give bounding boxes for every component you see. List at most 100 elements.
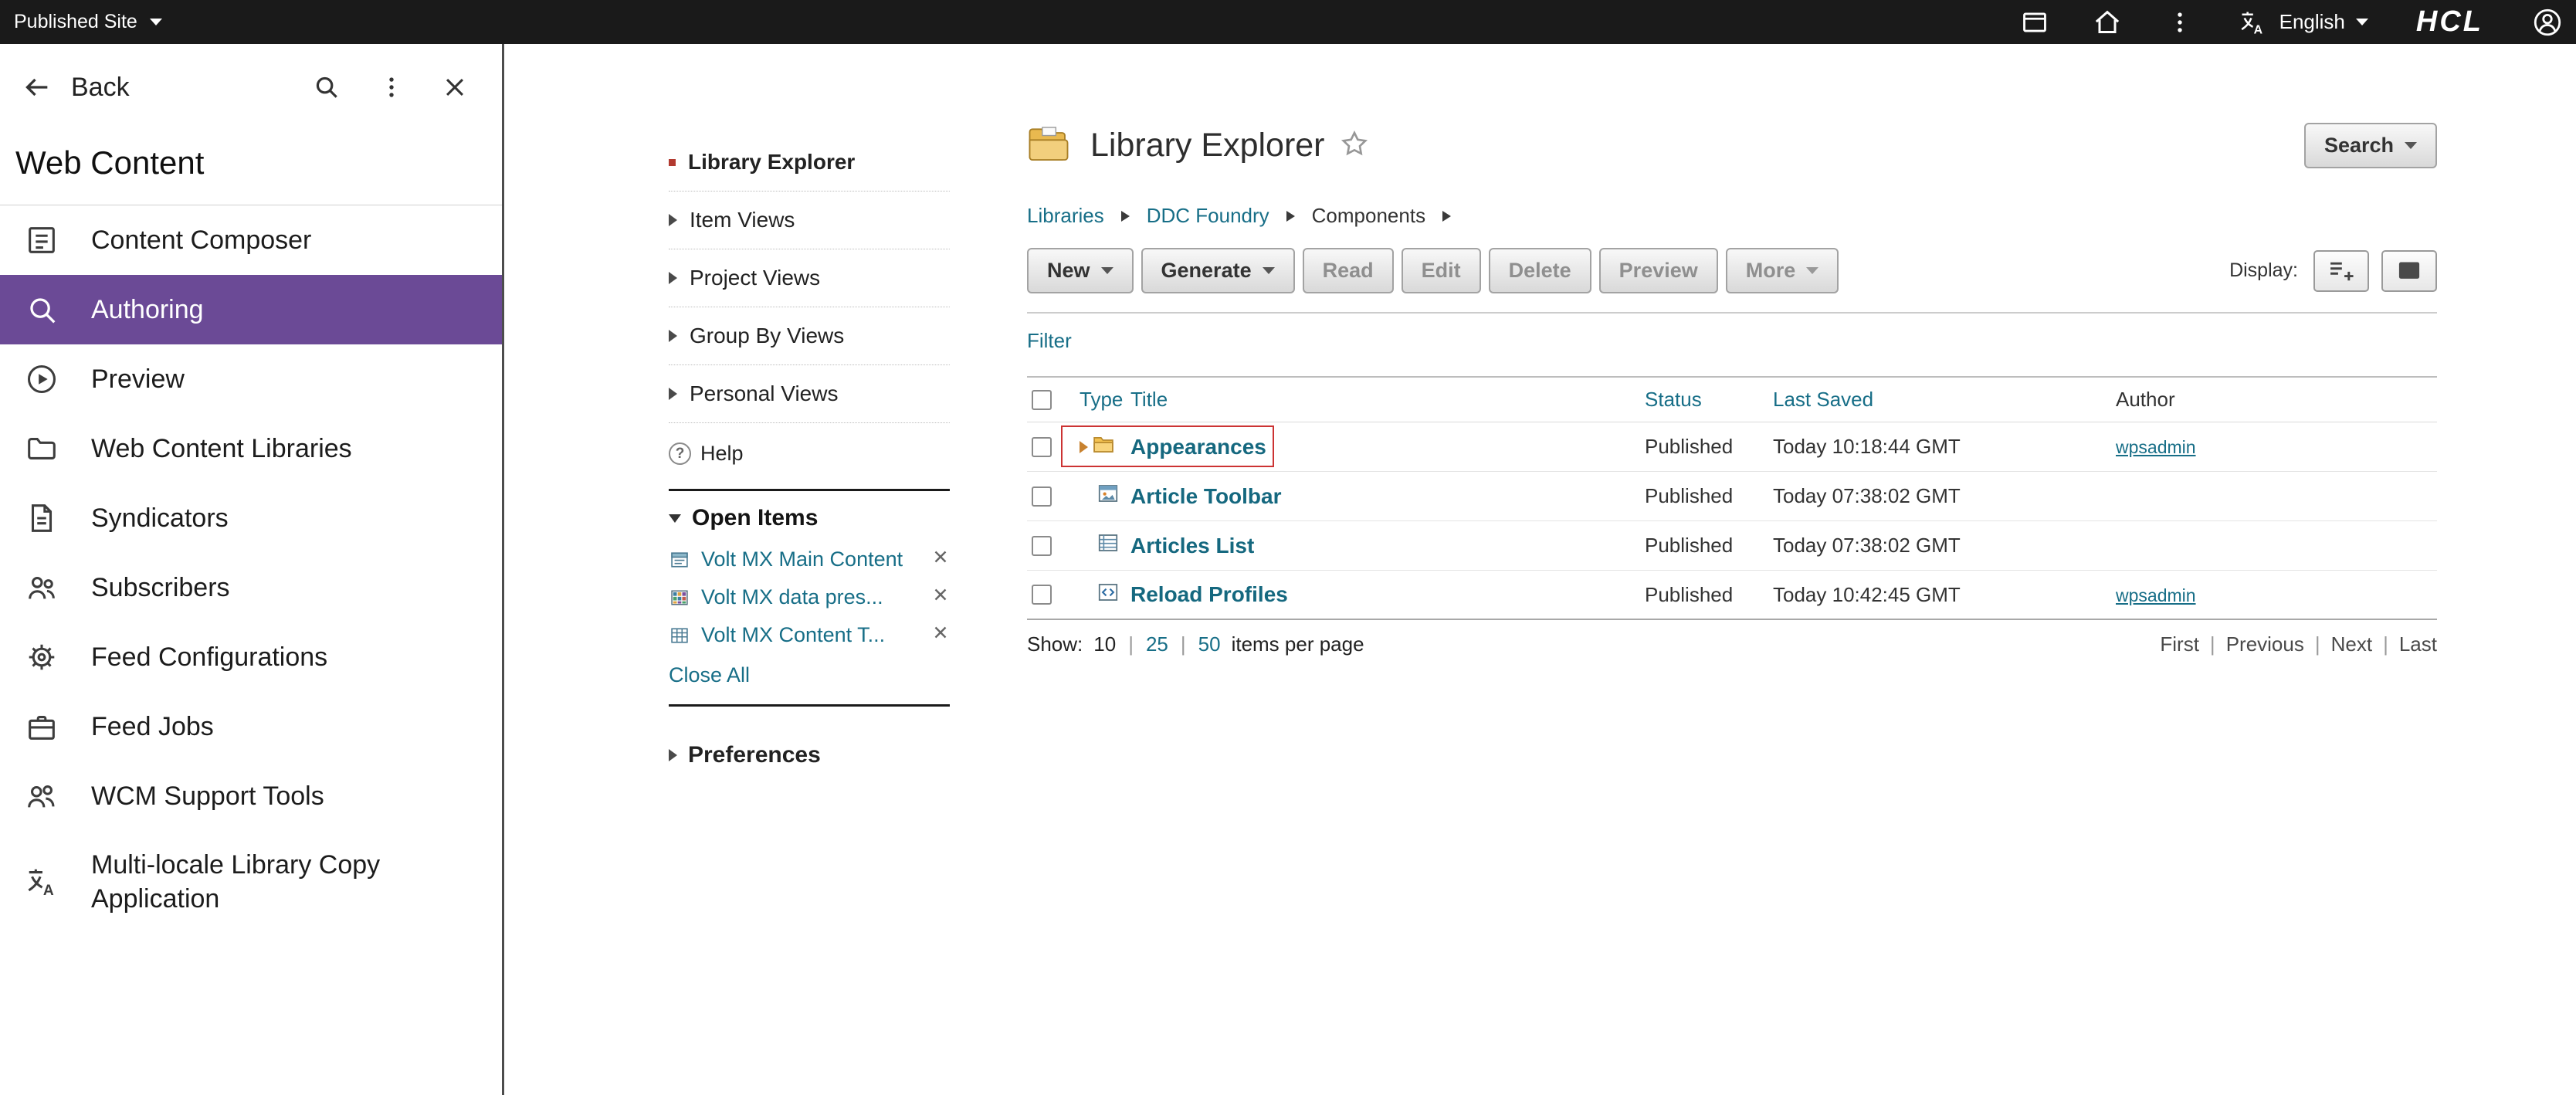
sidebar-item-content-composer[interactable]: Content Composer [0, 205, 502, 275]
status-cell: Published [1645, 583, 1773, 607]
nav-item-label: Project Views [690, 266, 820, 290]
help-icon: ? [669, 442, 691, 465]
column-header-author: Author [2116, 388, 2175, 411]
sidebar-item-label: Feed Configurations [91, 640, 327, 674]
expand-arrow-icon[interactable] [1080, 441, 1088, 453]
column-header-type[interactable]: Type [1080, 388, 1123, 412]
page-size-50[interactable]: 50 [1198, 632, 1221, 656]
breadcrumb-link-ddc-foundry[interactable]: DDC Foundry [1147, 204, 1269, 228]
chevron-right-icon [1442, 211, 1451, 222]
sidebar-item-web-content-libraries[interactable]: Web Content Libraries [0, 414, 502, 483]
card-view-button[interactable] [2381, 250, 2437, 292]
author-link[interactable]: wpsadmin [2116, 585, 2196, 605]
preview-button[interactable]: Preview [1599, 248, 1718, 293]
home-icon[interactable] [2091, 6, 2124, 39]
pagination-previous[interactable]: Previous [2226, 632, 2304, 656]
column-header-last-saved[interactable]: Last Saved [1773, 388, 1873, 411]
row-checkbox[interactable] [1032, 437, 1052, 457]
close-icon[interactable] [931, 623, 950, 647]
kebab-menu-icon[interactable] [378, 74, 405, 100]
close-icon[interactable] [931, 585, 950, 609]
nav-item-library-explorer[interactable]: Library Explorer [669, 134, 950, 192]
author-link[interactable]: wpsadmin [2116, 437, 2196, 457]
pagination-next[interactable]: Next [2331, 632, 2372, 656]
folder-icon [23, 430, 60, 467]
search-button[interactable]: Search [2304, 123, 2437, 168]
sidebar-item-syndicators[interactable]: Syndicators [0, 483, 502, 553]
item-link-article-toolbar[interactable]: Article Toolbar [1130, 484, 1282, 508]
sidebar-item-subscribers[interactable]: Subscribers [0, 553, 502, 622]
filter-link[interactable]: Filter [1027, 329, 1072, 353]
last-saved-cell: Today 10:18:44 GMT [1773, 435, 2116, 459]
select-all-checkbox[interactable] [1032, 390, 1052, 410]
sidebar-item-label: Subscribers [91, 571, 230, 605]
more-button[interactable]: More [1726, 248, 1839, 293]
open-item-link[interactable]: Volt MX Main Content [701, 548, 903, 571]
breadcrumb-link-libraries[interactable]: Libraries [1027, 204, 1104, 228]
column-header-status[interactable]: Status [1645, 388, 1702, 411]
sidebar-item-wcm-support-tools[interactable]: WCM Support Tools [0, 761, 502, 831]
row-checkbox[interactable] [1032, 585, 1052, 605]
last-saved-cell: Today 07:38:02 GMT [1773, 534, 2116, 558]
display-label: Display: [2229, 259, 2298, 282]
chevron-down-icon [1263, 267, 1275, 274]
row-checkbox[interactable] [1032, 536, 1052, 556]
sidebar-item-label: Feed Jobs [91, 710, 214, 744]
sidebar-item-feed-configurations[interactable]: Feed Configurations [0, 622, 502, 692]
page-size-10[interactable]: 10 [1093, 632, 1116, 656]
close-icon[interactable] [442, 74, 468, 100]
new-button[interactable]: New [1027, 248, 1134, 293]
sidebar-item-feed-jobs[interactable]: Feed Jobs [0, 692, 502, 761]
account-icon[interactable] [2531, 6, 2564, 39]
delete-button[interactable]: Delete [1489, 248, 1591, 293]
chevron-right-icon [669, 388, 677, 400]
item-link-reload-profiles[interactable]: Reload Profiles [1130, 582, 1288, 606]
nav-item-group-by-views[interactable]: Group By Views [669, 307, 950, 365]
help-link[interactable]: ? Help [669, 423, 950, 489]
language-selector[interactable]: A English [2236, 6, 2368, 39]
pagination-bar: Show: 10 | 25 | 50 items per page First … [1027, 632, 2437, 656]
content-item-icon [669, 549, 690, 571]
site-switcher[interactable]: Published Site [14, 11, 162, 33]
sidebar-item-authoring[interactable]: Authoring [0, 275, 502, 344]
generate-button[interactable]: Generate [1141, 248, 1295, 293]
preferences-header[interactable]: Preferences [669, 727, 950, 784]
chevron-down-icon [2405, 142, 2417, 149]
hcl-logo: HCL [2416, 5, 2483, 39]
items-table: Type Title Status Last Saved Author Appe… [1027, 376, 2437, 620]
favorite-star-icon[interactable] [1339, 128, 1370, 163]
nav-item-project-views[interactable]: Project Views [669, 249, 950, 307]
column-header-title[interactable]: Title [1130, 388, 1168, 411]
row-checkbox[interactable] [1032, 486, 1052, 507]
pagination-first[interactable]: First [2160, 632, 2199, 656]
edit-button[interactable]: Edit [1402, 248, 1481, 293]
search-icon[interactable] [312, 73, 341, 102]
status-cell: Published [1645, 435, 1773, 459]
open-items-header[interactable]: Open Items [669, 491, 950, 541]
read-button[interactable]: Read [1303, 248, 1394, 293]
close-all-link[interactable]: Close All [669, 654, 750, 704]
pagination-last[interactable]: Last [2399, 632, 2437, 656]
sidebar-item-label: Content Composer [91, 223, 311, 257]
translate-icon: A [23, 863, 60, 900]
open-item-link[interactable]: Volt MX data pres... [701, 585, 883, 609]
open-item-link[interactable]: Volt MX Content T... [701, 623, 885, 647]
close-icon[interactable] [931, 548, 950, 571]
section-divider [669, 704, 950, 707]
page-size-25[interactable]: 25 [1146, 632, 1168, 656]
list-icon [1096, 532, 1120, 559]
nav-item-label: Item Views [690, 208, 795, 232]
nav-item-item-views[interactable]: Item Views [669, 192, 950, 249]
sidebar-item-preview[interactable]: Preview [0, 344, 502, 414]
people-icon [23, 778, 60, 815]
chevron-right-icon [669, 749, 677, 761]
split-view-button[interactable] [2313, 250, 2369, 292]
item-link-appearances[interactable]: Appearances [1130, 435, 1266, 459]
back-button[interactable]: Back [22, 72, 130, 103]
kebab-menu-icon[interactable] [2164, 6, 2196, 39]
window-icon[interactable] [2018, 6, 2051, 39]
sidebar-item-multi-locale-library-copy[interactable]: A Multi-locale Library Copy Application [0, 831, 502, 933]
item-link-articles-list[interactable]: Articles List [1130, 534, 1254, 558]
separator: | [1179, 632, 1188, 656]
nav-item-personal-views[interactable]: Personal Views [669, 365, 950, 423]
